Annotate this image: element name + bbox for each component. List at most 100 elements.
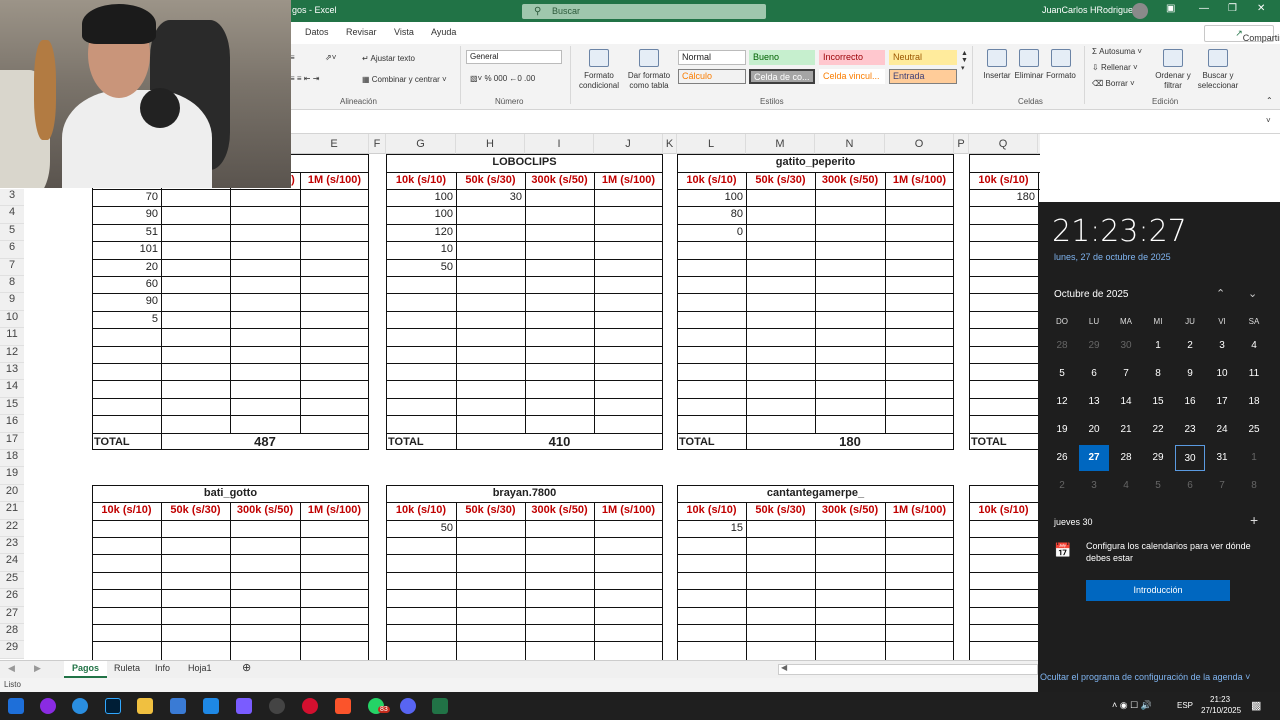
sheet-tab-hoja1[interactable]: Hoja1	[188, 663, 212, 673]
style-neutral[interactable]: Neutral	[889, 50, 957, 65]
app-icon[interactable]	[40, 698, 56, 714]
format-button[interactable]: Formato	[1044, 49, 1078, 81]
calendar-day[interactable]: 22	[1143, 417, 1173, 443]
column-header[interactable]: G	[386, 134, 456, 154]
next-sheet-icon[interactable]: ▶	[34, 663, 41, 674]
merge-center-button[interactable]: ▦ Combinar y centrar ˅	[362, 75, 447, 84]
calendar-day[interactable]: 8	[1239, 473, 1269, 499]
row-header[interactable]: 19	[0, 467, 24, 485]
column-header[interactable]: P	[954, 134, 969, 154]
row-header[interactable]: 24	[0, 554, 24, 572]
calendar-day[interactable]: 2	[1175, 333, 1205, 359]
column-header[interactable]: N	[815, 134, 885, 154]
collapse-ribbon-icon[interactable]: ⌃	[1266, 96, 1273, 105]
row-header[interactable]: 18	[0, 450, 24, 468]
expand-formula-icon[interactable]: ˅	[1266, 116, 1271, 125]
month-label[interactable]: Octubre de 2025	[1054, 289, 1129, 300]
language-indicator[interactable]: ESP	[1177, 701, 1193, 710]
brave-icon[interactable]	[335, 698, 351, 714]
row-header[interactable]: 21	[0, 502, 24, 520]
calendar-day[interactable]: 7	[1111, 361, 1141, 387]
cell-value[interactable]: 15	[677, 522, 743, 537]
calendar-day[interactable]: 25	[1239, 417, 1269, 443]
calendar-day[interactable]: 21	[1111, 417, 1141, 443]
calendar-day[interactable]: 20	[1079, 417, 1109, 443]
number-format-icons[interactable]: ▧˅ % 000 ←0 .00	[470, 74, 535, 83]
cell-value[interactable]: 101	[92, 243, 158, 258]
row-header[interactable]: 6	[0, 241, 24, 259]
calendar-day[interactable]: 5	[1143, 473, 1173, 499]
format-table-button[interactable]: Dar formato como tabla	[624, 49, 674, 91]
mail-icon[interactable]	[203, 698, 219, 714]
cell-value[interactable]: 50	[386, 261, 453, 276]
style-entrada[interactable]: Entrada	[889, 69, 957, 84]
add-sheet-icon[interactable]: ⊕	[242, 661, 251, 674]
tray-icons[interactable]: ˄ ◉ ☐ 🔊	[1112, 700, 1152, 711]
cell-value[interactable]: 30	[456, 191, 522, 206]
column-header[interactable]: M	[746, 134, 815, 154]
calendar-day[interactable]: 5	[1047, 361, 1077, 387]
number-format-select[interactable]: General	[466, 50, 562, 64]
notifications-icon[interactable]: ▩	[1251, 699, 1261, 712]
row-header[interactable]: 28	[0, 624, 24, 642]
row-header[interactable]: 12	[0, 345, 24, 363]
row-header[interactable]: 9	[0, 293, 24, 311]
row-header[interactable]: 10	[0, 310, 24, 329]
calendar-day-selected[interactable]: 30	[1175, 445, 1205, 471]
row-header[interactable]: 14	[0, 380, 24, 398]
row-header[interactable]: 29	[0, 641, 24, 659]
tab-datos[interactable]: Datos	[305, 27, 329, 37]
cell-value[interactable]: 5	[92, 313, 158, 328]
row-header[interactable]: 8	[0, 276, 24, 294]
total-value[interactable]: 180	[746, 434, 954, 451]
calendar-day[interactable]: 31	[1207, 445, 1237, 471]
hide-agenda-link[interactable]: Ocultar el programa de configuración de …	[1040, 672, 1250, 682]
edge-icon[interactable]	[72, 698, 88, 714]
prev-month-icon[interactable]: ⌃	[1216, 287, 1225, 300]
wrap-text-button[interactable]: ↵ Ajustar texto	[362, 54, 415, 63]
insert-button[interactable]: Insertar	[980, 49, 1014, 81]
windows-start-icon[interactable]	[8, 698, 24, 714]
photoshop-icon[interactable]	[105, 698, 121, 714]
column-header[interactable]: Q	[969, 134, 1038, 154]
clock-date[interactable]: lunes, 27 de octubre de 2025	[1054, 252, 1171, 262]
close-icon[interactable]: ✕	[1257, 3, 1265, 14]
column-header[interactable]: K	[663, 134, 677, 154]
clear-button[interactable]: ⌫ Borrar ˅	[1092, 79, 1135, 88]
cell-value[interactable]: 100	[386, 208, 453, 223]
row-header[interactable]: 25	[0, 571, 24, 590]
style-bueno[interactable]: Bueno	[749, 50, 815, 65]
fill-button[interactable]: ⇩ Rellenar ˅	[1092, 63, 1138, 72]
cell-value[interactable]: 80	[677, 208, 743, 223]
app-icon[interactable]	[236, 698, 252, 714]
sheet-tab-ruleta[interactable]: Ruleta	[114, 663, 140, 673]
restore-icon[interactable]: ❐	[1228, 3, 1237, 14]
row-header[interactable]: 26	[0, 589, 24, 607]
store-icon[interactable]	[170, 698, 186, 714]
scroll-left-icon[interactable]: ◀	[781, 663, 787, 672]
cell-value[interactable]: 60	[92, 278, 158, 293]
avatar[interactable]	[1132, 3, 1148, 19]
excel-icon[interactable]	[432, 698, 448, 714]
calendar-day[interactable]: 18	[1239, 389, 1269, 415]
calendar-day[interactable]: 3	[1079, 473, 1109, 499]
calendar-day[interactable]: 28	[1111, 445, 1141, 471]
cell-value[interactable]: 180	[969, 191, 1035, 206]
calendar-day[interactable]: 19	[1047, 417, 1077, 443]
column-header[interactable]: J	[594, 134, 663, 154]
column-header[interactable]: R	[1038, 134, 1040, 154]
cell-value[interactable]: 10	[386, 243, 453, 258]
calendar-day[interactable]: 28	[1047, 333, 1077, 359]
column-header[interactable]: H	[456, 134, 525, 154]
cell-value[interactable]: 20	[92, 261, 158, 276]
add-event-icon[interactable]: +	[1250, 512, 1258, 528]
opera-icon[interactable]	[302, 698, 318, 714]
calendar-day[interactable]: 26	[1047, 445, 1077, 471]
calendar-day[interactable]: 2	[1047, 473, 1077, 499]
calendar-day[interactable]: 29	[1079, 333, 1109, 359]
calendar-day[interactable]: 11	[1239, 361, 1269, 387]
calendar-day[interactable]: 4	[1111, 473, 1141, 499]
sheet-tab-info[interactable]: Info	[155, 663, 170, 673]
prev-sheet-icon[interactable]: ◀	[8, 663, 15, 674]
calendar-day[interactable]: 24	[1207, 417, 1237, 443]
